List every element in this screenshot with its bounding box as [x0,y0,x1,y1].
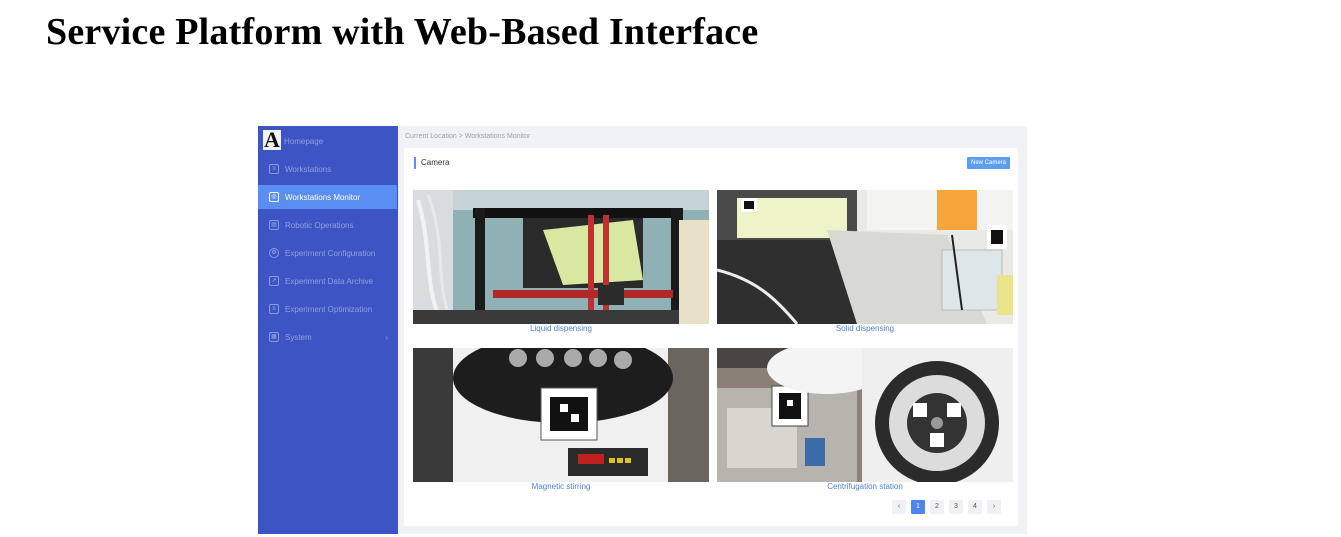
sidebar-item-label: Experiment Configuration [285,248,376,258]
breadcrumb: Current Location > Workstations Monitor [405,133,531,140]
camera-label: Solid dispensing [835,324,895,333]
camera-label: Magnetic stirring [531,482,591,491]
camera-image [413,348,709,482]
panel-accent-bar [414,157,416,169]
chart-icon: ↗ [269,276,279,286]
page-button-4[interactable]: 4 [968,500,982,514]
panel-title: Camera [421,158,450,167]
new-camera-button[interactable]: New Camera [966,157,1010,169]
sidebar-item-label: Robotic Operations [285,220,354,230]
sidebar-item-label: Experiment Optimization [285,304,373,314]
logo-icon[interactable]: A [263,129,281,151]
list-icon: ≡ [269,304,279,314]
sidebar-item-label: System [285,332,312,342]
sidebar-item-homepage[interactable]: Homepage [284,129,398,153]
pagination: ‹ 1 2 3 4 › [892,500,1001,514]
camera-feed-centrifugation-station[interactable] [717,348,1013,482]
sidebar-item-workstations-monitor[interactable]: ◎ Workstations Monitor [258,185,397,209]
sidebar-item-experiment-optimization[interactable]: ≡ Experiment Optimization [258,297,398,321]
page-heading: Service Platform with Web-Based Interfac… [46,11,759,53]
camera-panel: Camera New Camera Liquid dispensing Soli… [404,148,1018,526]
sidebar-item-label: Homepage [284,136,324,146]
sidebar-item-label: Experiment Data Archive [285,276,374,286]
sidebar: A Homepage ≡ Workstations ◎ Workstations… [258,126,398,534]
prev-page-button[interactable]: ‹ [892,500,906,514]
camera-label: Liquid dispensing [530,324,592,333]
camera-feed-magnetic-stirring[interactable] [413,348,709,482]
app-window: A Homepage ≡ Workstations ◎ Workstations… [258,126,1027,534]
gear-icon: ⚙ [269,248,279,258]
camera-image [717,190,1013,324]
sidebar-item-label: Workstations Monitor [285,192,360,202]
sidebar-item-workstations[interactable]: ≡ Workstations [258,157,398,181]
sidebar-item-experiment-configuration[interactable]: ⚙ Experiment Configuration [258,241,398,265]
camera-feed-liquid-dispensing[interactable] [413,190,709,324]
list-icon: ≡ [269,164,279,174]
robot-icon: ▤ [269,220,279,230]
page-button-3[interactable]: 3 [949,500,963,514]
sidebar-item-experiment-data-archive[interactable]: ↗ Experiment Data Archive [258,269,398,293]
camera-label: Centrifugation station [827,482,903,491]
system-icon: ▦ [269,332,279,342]
page-button-2[interactable]: 2 [930,500,944,514]
page-button-1[interactable]: 1 [911,500,925,514]
sidebar-item-label: Workstations [285,164,332,174]
sidebar-item-system[interactable]: ▦ System › [258,325,398,349]
camera-feed-solid-dispensing[interactable] [717,190,1013,324]
sidebar-item-robotic-operations[interactable]: ▤ Robotic Operations [258,213,398,237]
chevron-right-icon: › [385,332,388,342]
monitor-icon: ◎ [269,192,279,202]
camera-image [717,348,1013,482]
next-page-button[interactable]: › [987,500,1001,514]
camera-image [413,190,709,324]
